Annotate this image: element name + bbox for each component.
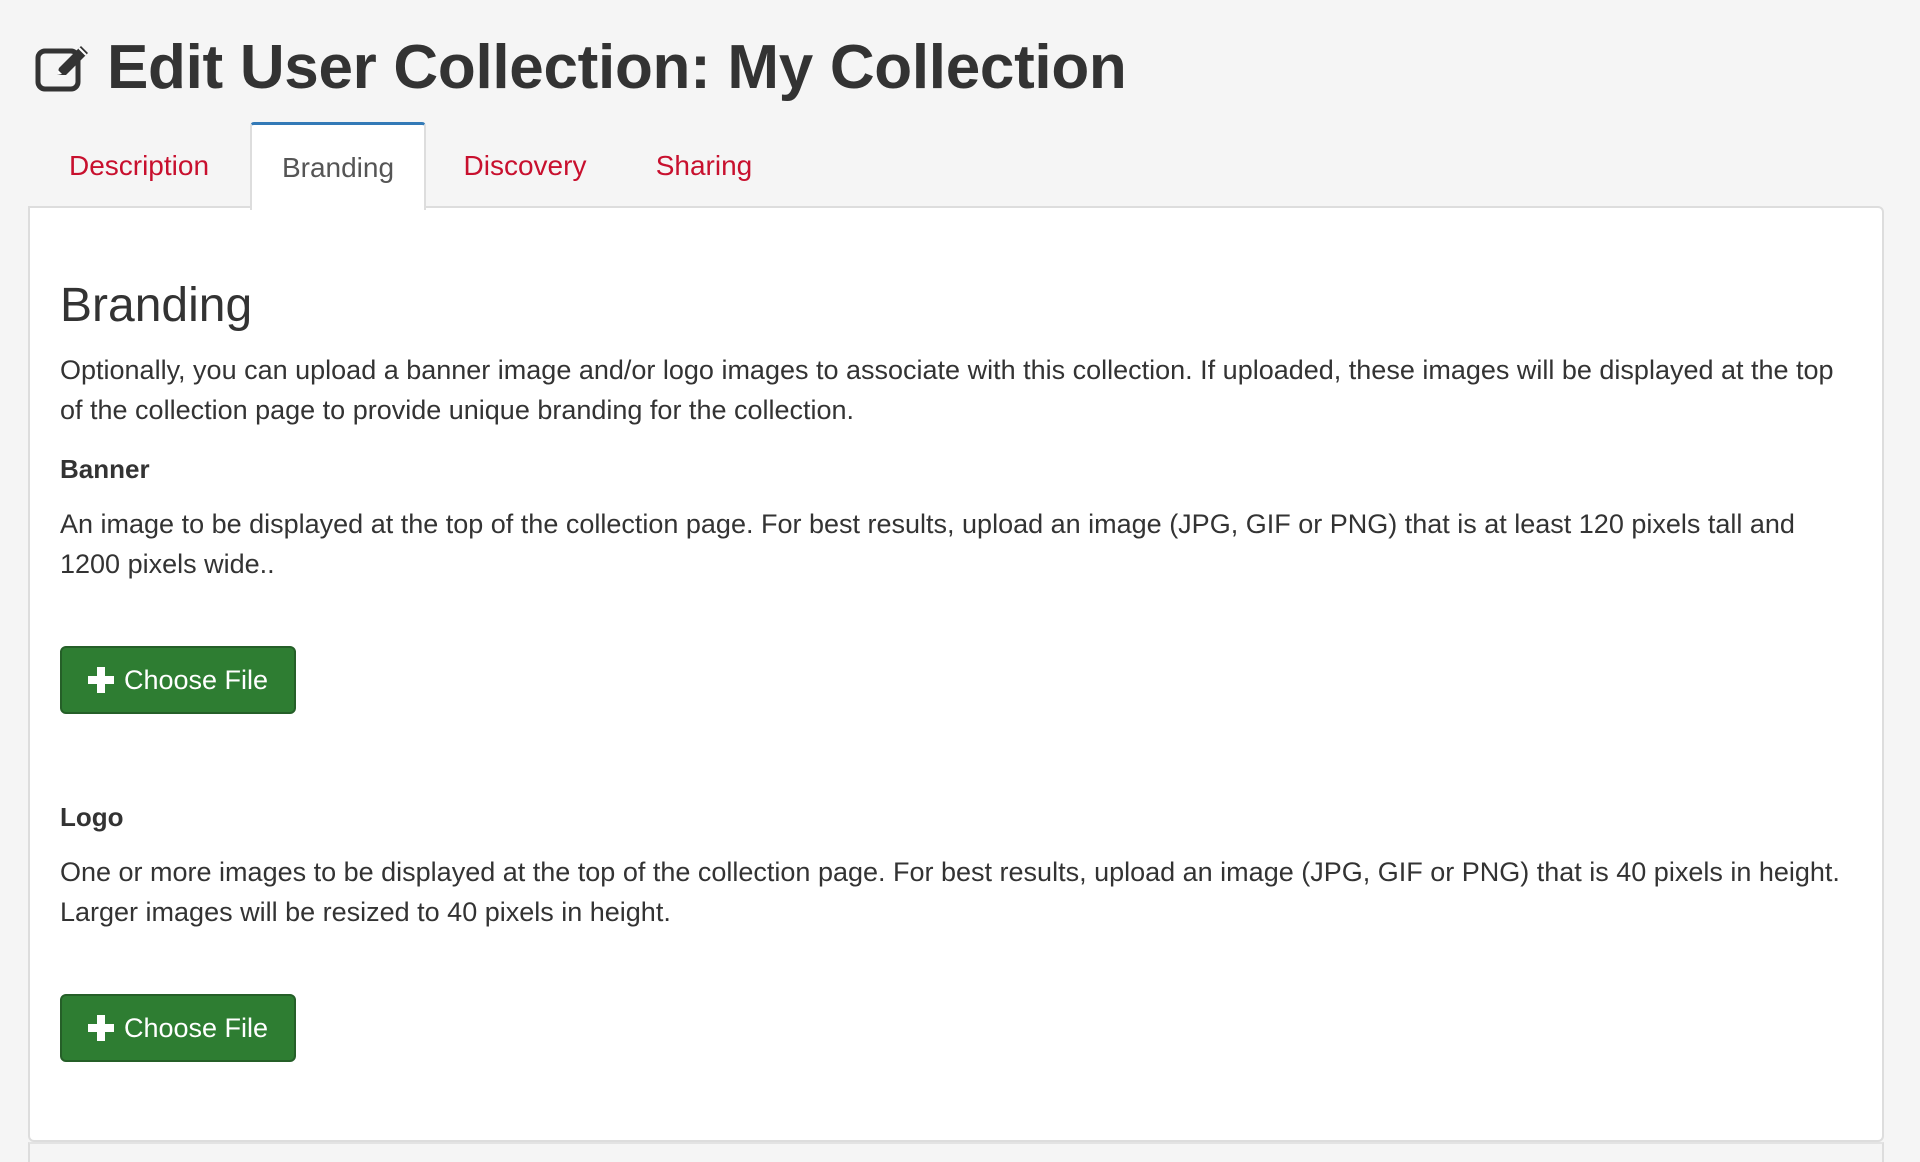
- banner-choose-file-button[interactable]: Choose File: [60, 646, 296, 714]
- page-title: Edit User Collection: My Collection: [107, 33, 1127, 102]
- page-header: Edit User Collection: My Collection: [35, 28, 1127, 108]
- bottom-strip: [28, 1142, 1884, 1162]
- edit-icon: [35, 41, 95, 95]
- tab-description[interactable]: Description: [28, 122, 250, 208]
- plus-icon: [87, 1015, 114, 1041]
- tab-branding[interactable]: Branding: [250, 122, 426, 210]
- tab-label: Branding: [281, 151, 395, 183]
- banner-description: An image to be displayed at the top of t…: [60, 509, 1795, 579]
- branding-intro: Optionally, you can upload a banner imag…: [60, 355, 1834, 425]
- tab-sharing[interactable]: Sharing: [624, 122, 784, 208]
- button-label: Choose File: [123, 664, 269, 695]
- logo-description: One or more images to be displayed at th…: [60, 857, 1840, 927]
- plus-icon: [87, 667, 114, 693]
- tab-label: Discovery: [463, 150, 587, 181]
- banner-label: Banner: [60, 454, 150, 484]
- tab-label: Sharing: [655, 150, 753, 181]
- button-label: Choose File: [123, 1012, 269, 1043]
- page: Edit User Collection: My Collection Desc…: [0, 0, 1920, 1162]
- tab-bar: Description Branding Discovery Sharing: [28, 122, 784, 210]
- tab-discovery[interactable]: Discovery: [426, 122, 624, 208]
- branding-panel: Branding Optionally, you can upload a ba…: [28, 206, 1884, 1142]
- logo-choose-file-button[interactable]: Choose File: [60, 994, 296, 1062]
- section-title: Branding: [60, 279, 253, 332]
- tab-label: Description: [68, 150, 210, 181]
- logo-label: Logo: [60, 802, 124, 832]
